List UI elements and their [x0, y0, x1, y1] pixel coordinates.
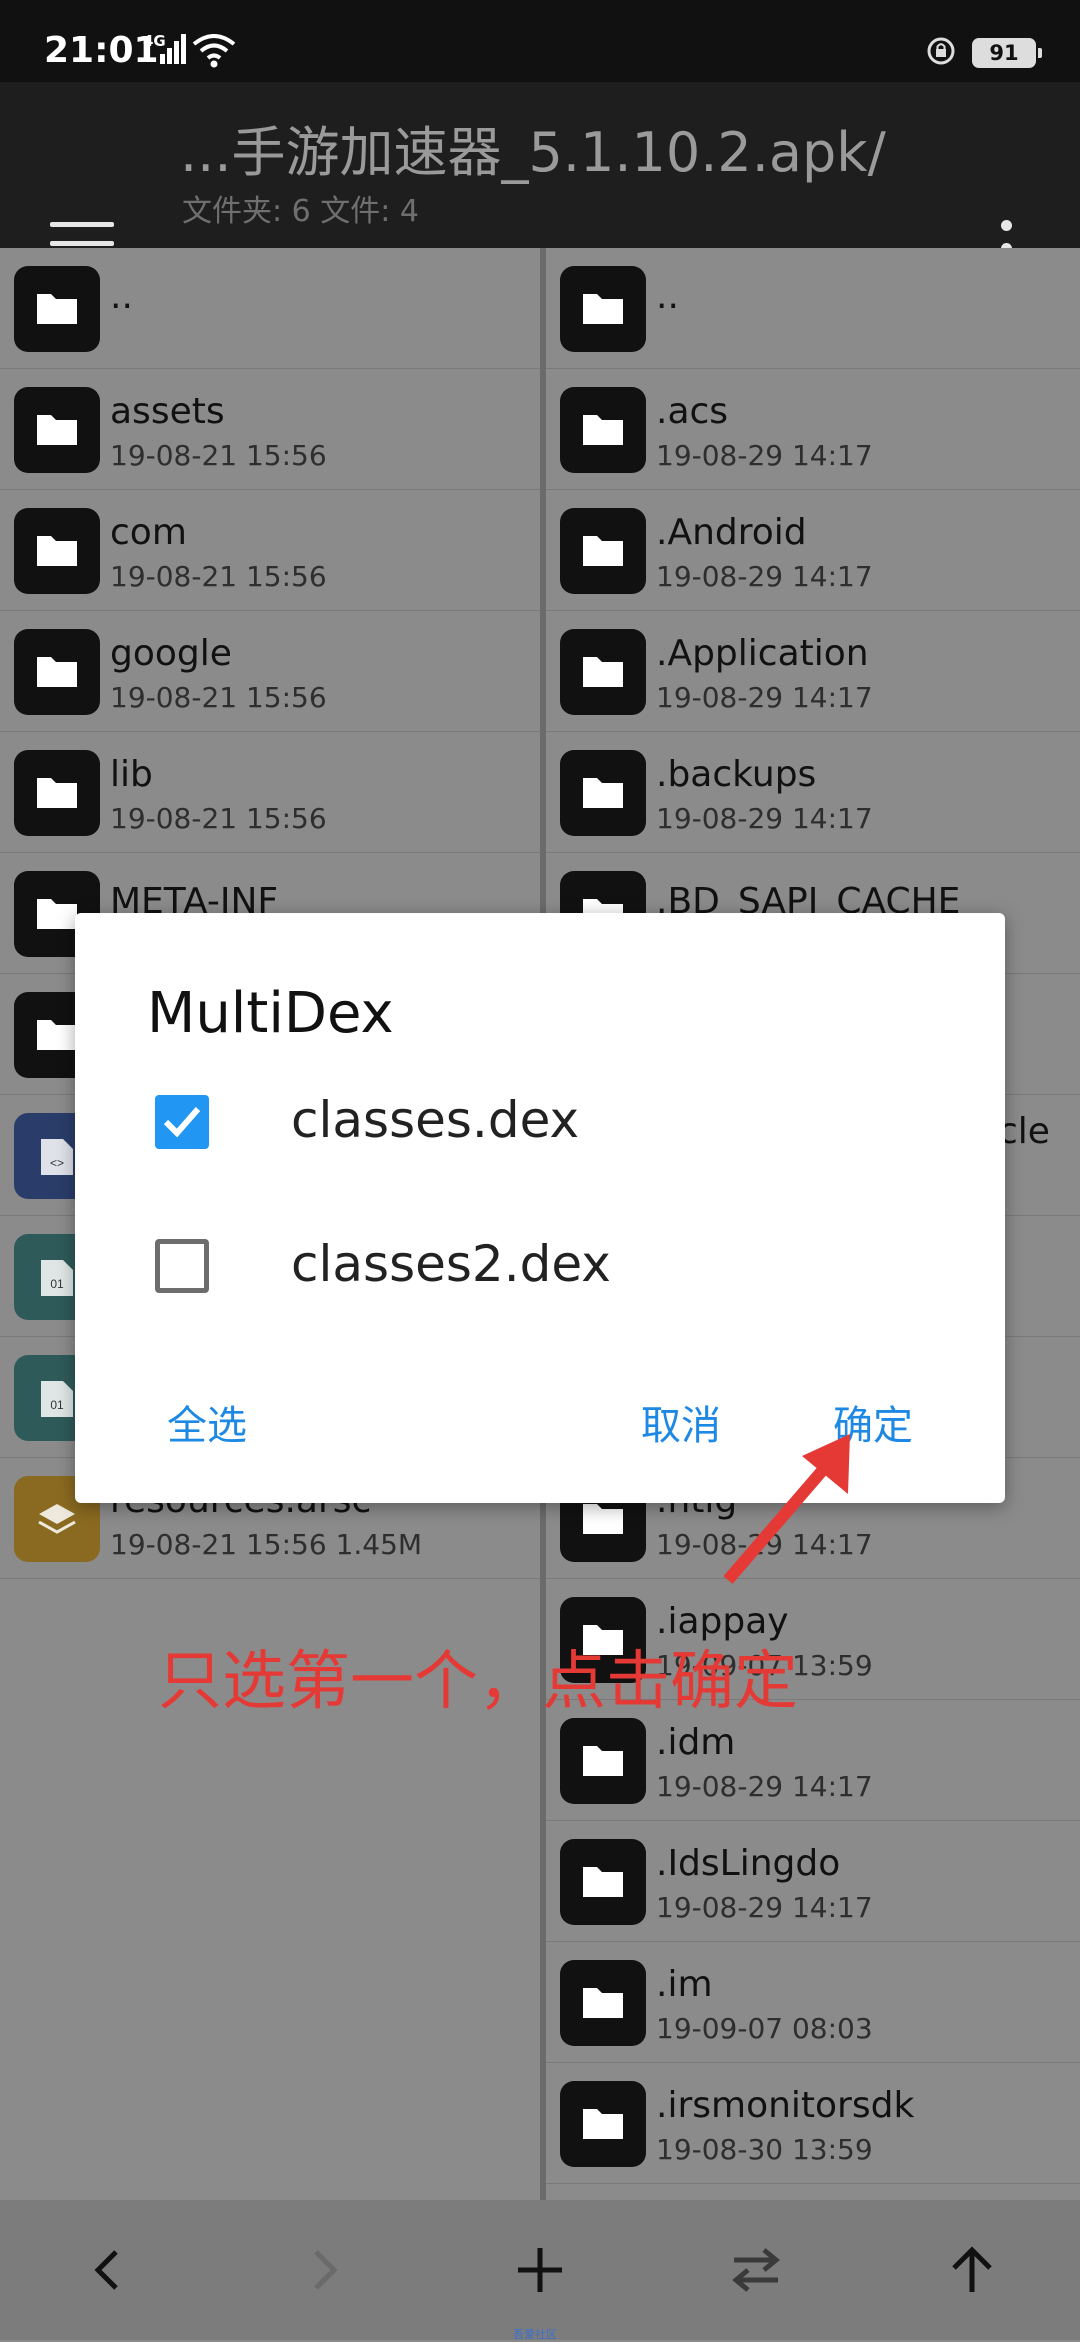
file-meta: 19-08-29 14:17 [656, 802, 873, 835]
multidex-dialog: MultiDex classes.dex classes2.dex 全选 取消 … [75, 913, 1005, 1503]
folder-icon [560, 750, 646, 836]
file-meta: 19-09-07 08:03 [656, 2012, 873, 2045]
file-meta: 19-08-21 15:56 [110, 560, 327, 593]
file-name: .im [656, 1964, 713, 2005]
svg-text:01: 01 [50, 1398, 64, 1412]
file-name: .Application [656, 633, 869, 674]
file-name: .idm [656, 1722, 736, 1763]
file-meta: 19-08-21 15:56 1.45M [110, 1528, 423, 1561]
left-file-row[interactable]: .. [0, 248, 540, 369]
right-file-row[interactable]: .IdsLingdo 19-08-29 14:17 [546, 1821, 1080, 1942]
file-name: .irsmonitorsdk [656, 2085, 915, 2126]
file-name: assets [110, 391, 225, 432]
checkbox-classes2-dex[interactable] [155, 1239, 209, 1293]
right-file-row[interactable]: .Android 19-08-29 14:17 [546, 490, 1080, 611]
folder-icon [14, 750, 100, 836]
file-name: .acs [656, 391, 729, 432]
checkmark-icon [163, 1107, 201, 1138]
file-name: .IdsLingdo [656, 1843, 841, 1884]
file-meta: 19-08-21 15:56 [110, 681, 327, 714]
folder-icon [14, 266, 100, 352]
folder-icon [560, 1960, 646, 2046]
file-name: .Android [656, 512, 807, 553]
folder-icon [560, 1718, 646, 1804]
wifi-icon [192, 34, 236, 68]
battery-indicator: 91 [972, 38, 1042, 68]
file-meta: 19-08-21 15:56 [110, 802, 327, 835]
item-counts: 文件夹: 6 文件: 4 [182, 194, 419, 229]
right-file-row[interactable]: .Application 19-08-29 14:17 [546, 611, 1080, 732]
file-name: .backups [656, 754, 817, 795]
svg-text:01: 01 [50, 1277, 64, 1291]
option-label-classes2-dex[interactable]: classes2.dex [291, 1235, 611, 1293]
right-file-row[interactable]: .backups 19-08-29 14:17 [546, 732, 1080, 853]
file-meta: 19-08-29 14:17 [656, 1770, 873, 1803]
signal-icon [160, 34, 186, 64]
left-file-row[interactable]: lib 19-08-21 15:56 [0, 732, 540, 853]
svg-text:<>: <> [50, 1156, 64, 1170]
folder-icon [560, 387, 646, 473]
file-meta: 19-08-21 15:56 [110, 439, 327, 472]
status-time: 21:01 [44, 30, 159, 71]
rotation-lock-icon [927, 37, 955, 65]
status-bar: 21:01 4G 91 [0, 0, 1080, 82]
bottom-toolbar [0, 2200, 1080, 2340]
up-arrow-icon[interactable] [942, 2240, 1002, 2300]
left-file-row[interactable]: google 19-08-21 15:56 [0, 611, 540, 732]
right-file-row[interactable]: .acs 19-08-29 14:17 [546, 369, 1080, 490]
file-meta: 19-08-29 14:17 [656, 439, 873, 472]
current-path: ...手游加速器_5.1.10.2.apk/ [180, 121, 886, 184]
right-file-row[interactable]: .. [546, 248, 1080, 369]
folder-icon [14, 629, 100, 715]
folder-icon [560, 1839, 646, 1925]
file-meta: 19-08-29 14:17 [656, 681, 873, 714]
checkbox-classes-dex[interactable] [155, 1095, 209, 1149]
file-name: cle [998, 1111, 1050, 1152]
file-name: lib [110, 754, 153, 795]
folder-icon [560, 266, 646, 352]
folder-icon [560, 508, 646, 594]
file-name: .. [656, 276, 679, 317]
folder-icon [14, 508, 100, 594]
back-icon[interactable] [78, 2240, 138, 2300]
file-name: google [110, 633, 232, 674]
option-label-classes-dex[interactable]: classes.dex [291, 1091, 579, 1149]
file-meta: 19-08-30 13:59 [656, 2133, 873, 2166]
file-name: com [110, 512, 187, 553]
right-file-row[interactable]: .im 19-09-07 08:03 [546, 1942, 1080, 2063]
file-name: .. [110, 276, 133, 317]
folder-icon [560, 629, 646, 715]
swap-icon[interactable] [726, 2240, 786, 2300]
select-all-button[interactable]: 全选 [167, 1393, 247, 1451]
left-file-row[interactable]: com 19-08-21 15:56 [0, 490, 540, 611]
forward-icon[interactable] [294, 2240, 354, 2300]
right-file-row[interactable]: .irsmonitorsdk 19-08-30 13:59 [546, 2063, 1080, 2184]
add-icon[interactable] [510, 2240, 570, 2300]
annotation-arrow-icon [723, 1434, 850, 1584]
folder-icon [14, 387, 100, 473]
left-file-row[interactable]: assets 19-08-21 15:56 [0, 369, 540, 490]
dialog-title: MultiDex [147, 981, 394, 1046]
annotation-text: 只选第一个，点击确定 [158, 1645, 798, 1719]
file-meta: 19-08-29 14:17 [656, 1891, 873, 1924]
folder-icon [560, 2081, 646, 2167]
file-meta: 19-08-29 14:17 [656, 560, 873, 593]
